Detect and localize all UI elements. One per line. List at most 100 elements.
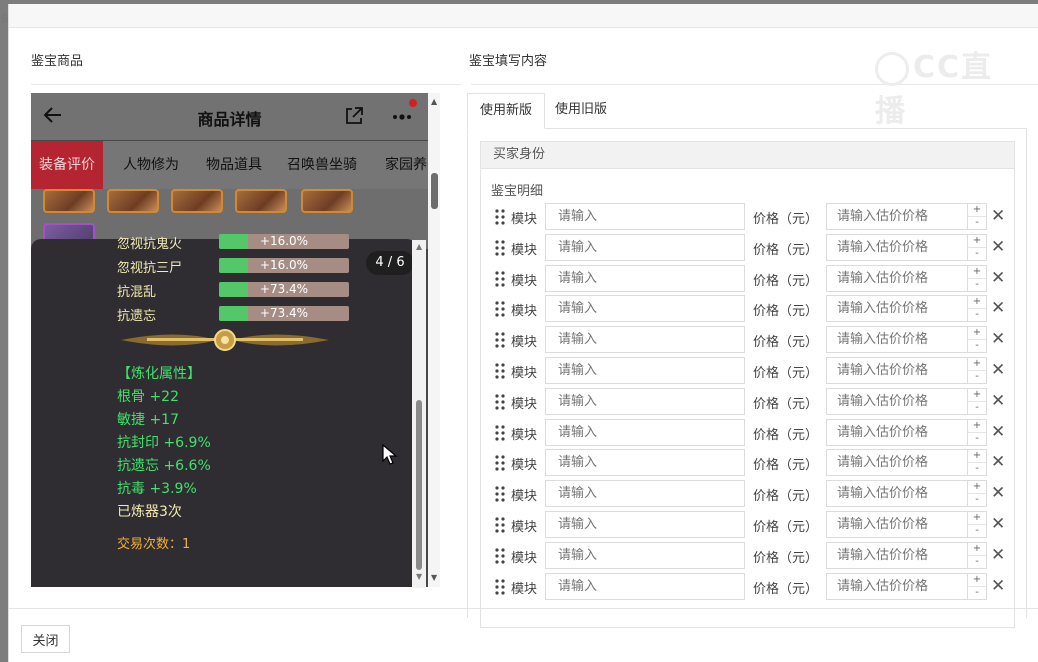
decrement-icon[interactable]: - [968, 587, 986, 600]
decrement-icon[interactable]: - [968, 433, 986, 446]
increment-icon[interactable]: + [968, 574, 986, 587]
drag-handle-icon[interactable] [495, 578, 505, 595]
decrement-icon[interactable]: - [968, 463, 986, 476]
decrement-icon[interactable]: - [968, 279, 986, 292]
popup-scroll-thumb[interactable] [416, 400, 422, 570]
module-input[interactable] [545, 387, 745, 415]
more-icon[interactable] [391, 105, 415, 127]
drag-handle-icon[interactable] [495, 209, 505, 225]
decrement-icon[interactable]: - [968, 248, 986, 261]
delete-row-icon[interactable]: ✕ [991, 483, 1007, 503]
increment-icon[interactable]: + [968, 450, 986, 464]
buyer-identity-section[interactable]: 买家身份 [480, 141, 1015, 169]
module-input[interactable] [545, 357, 745, 384]
delete-row-icon[interactable]: ✕ [991, 452, 1007, 472]
preview-scrollbar[interactable]: ▲ ▼ [428, 93, 440, 587]
decrement-icon[interactable]: - [968, 402, 986, 415]
delete-row-icon[interactable]: ✕ [991, 268, 1007, 288]
price-input[interactable] [826, 233, 968, 261]
tab-home[interactable]: 家园养 [385, 141, 427, 189]
drag-handle-icon[interactable] [495, 424, 505, 441]
close-button[interactable]: 关闭 [21, 625, 70, 653]
share-icon[interactable] [343, 105, 365, 127]
price-input[interactable] [826, 326, 968, 354]
delete-row-icon[interactable]: ✕ [991, 391, 1007, 411]
price-input[interactable] [826, 511, 968, 538]
decrement-icon[interactable]: - [968, 309, 986, 322]
drag-handle-icon[interactable] [495, 363, 505, 379]
delete-row-icon[interactable]: ✕ [991, 206, 1007, 226]
tab-items[interactable]: 物品道具 [206, 141, 262, 189]
module-input[interactable] [545, 418, 745, 446]
tab-new-version[interactable]: 使用新版 [467, 93, 546, 129]
increment-icon[interactable]: + [968, 481, 986, 495]
delete-row-icon[interactable]: ✕ [991, 360, 1007, 380]
price-input[interactable] [826, 418, 968, 446]
delete-row-icon[interactable]: ✕ [991, 237, 1007, 257]
increment-icon[interactable]: + [968, 327, 986, 341]
module-input[interactable] [545, 295, 745, 323]
drag-handle-icon[interactable] [495, 270, 505, 287]
increment-icon[interactable]: + [968, 358, 986, 371]
tab-old-version[interactable]: 使用旧版 [543, 93, 619, 129]
price-input[interactable] [826, 264, 968, 292]
increment-icon[interactable]: + [968, 296, 986, 310]
module-input[interactable] [545, 233, 745, 261]
price-input[interactable] [826, 203, 968, 230]
increment-icon[interactable]: + [968, 543, 986, 556]
scroll-down-arrow-icon[interactable]: ▼ [416, 572, 422, 581]
price-input[interactable] [826, 541, 968, 569]
drag-handle-icon[interactable] [495, 301, 505, 317]
increment-icon[interactable]: + [968, 389, 986, 402]
delete-row-icon[interactable]: ✕ [991, 514, 1007, 534]
module-input[interactable] [545, 449, 745, 477]
preview-scroll-thumb[interactable] [431, 173, 438, 209]
increment-icon[interactable]: + [968, 235, 986, 248]
module-input[interactable] [545, 572, 745, 600]
drag-handle-icon[interactable] [495, 332, 505, 348]
price-input[interactable] [826, 480, 968, 508]
delete-row-icon[interactable]: ✕ [991, 576, 1007, 596]
item-thumbnail[interactable] [301, 189, 353, 213]
price-input[interactable] [826, 449, 968, 477]
drag-handle-icon[interactable] [495, 394, 505, 410]
price-input[interactable] [826, 295, 968, 323]
decrement-icon[interactable]: - [968, 371, 986, 384]
decrement-icon[interactable]: - [968, 217, 986, 230]
module-input[interactable] [545, 203, 745, 230]
price-input[interactable] [826, 357, 968, 384]
delete-row-icon[interactable]: ✕ [991, 545, 1007, 565]
item-thumbnail[interactable] [235, 189, 287, 213]
tab-character[interactable]: 人物修为 [123, 141, 179, 189]
increment-icon[interactable]: + [968, 204, 986, 217]
module-input[interactable] [545, 541, 745, 569]
increment-icon[interactable]: + [968, 420, 986, 433]
drag-handle-icon[interactable] [495, 517, 505, 533]
tab-equipment-review[interactable]: 装备评价 [31, 141, 103, 189]
decrement-icon[interactable]: - [968, 525, 986, 538]
drag-handle-icon[interactable] [495, 548, 505, 564]
scroll-up-arrow-icon[interactable]: ▲ [416, 242, 422, 251]
delete-row-icon[interactable]: ✕ [991, 422, 1007, 442]
drag-handle-icon[interactable] [495, 240, 505, 256]
module-input[interactable] [545, 326, 745, 354]
increment-icon[interactable]: + [968, 512, 986, 525]
delete-row-icon[interactable]: ✕ [991, 298, 1007, 318]
price-input[interactable] [826, 572, 968, 600]
popup-scrollbar[interactable]: ▲ ▼ [412, 240, 426, 588]
delete-row-icon[interactable]: ✕ [991, 329, 1007, 349]
scroll-up-arrow-icon[interactable]: ▲ [431, 97, 437, 106]
increment-icon[interactable]: + [968, 266, 986, 279]
item-thumbnail[interactable] [43, 189, 95, 213]
decrement-icon[interactable]: - [968, 494, 986, 507]
item-thumbnail[interactable] [171, 189, 223, 213]
decrement-icon[interactable]: - [968, 556, 986, 569]
price-input[interactable] [826, 387, 968, 415]
drag-handle-icon[interactable] [495, 455, 505, 471]
item-thumbnail[interactable] [107, 189, 159, 213]
drag-handle-icon[interactable] [495, 486, 505, 502]
scroll-down-arrow-icon[interactable]: ▼ [431, 573, 437, 582]
module-input[interactable] [545, 511, 745, 538]
decrement-icon[interactable]: - [968, 340, 986, 353]
module-input[interactable] [545, 480, 745, 508]
